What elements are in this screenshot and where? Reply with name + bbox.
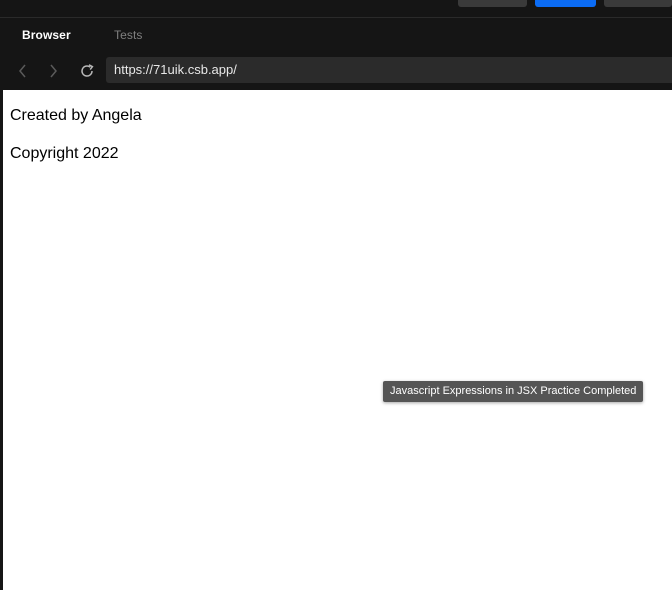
completion-tooltip: Javascript Expressions in JSX Practice C… (383, 381, 644, 402)
toolbar-primary-button[interactable] (535, 0, 596, 7)
page-text-copyright: Copyright 2022 (10, 145, 119, 162)
chevron-right-icon[interactable] (43, 60, 63, 82)
chevron-left-icon[interactable] (13, 60, 33, 82)
toolbar-button[interactable] (604, 0, 672, 7)
toolbar-button[interactable] (458, 0, 527, 7)
page-text-created-by: Created by Angela (10, 107, 142, 124)
browser-viewport: Created by Angela Copyright 2022 (3, 88, 672, 590)
url-input[interactable]: https://71uik.csb.app/ (106, 57, 672, 83)
tab-browser[interactable]: Browser (22, 28, 71, 42)
top-toolbar (0, 0, 672, 18)
reload-icon[interactable] (77, 60, 97, 82)
tab-tests[interactable]: Tests (114, 28, 143, 42)
preview-tabs: Browser Tests (1, 18, 672, 52)
browser-navbar: https://71uik.csb.app/ (1, 56, 672, 86)
